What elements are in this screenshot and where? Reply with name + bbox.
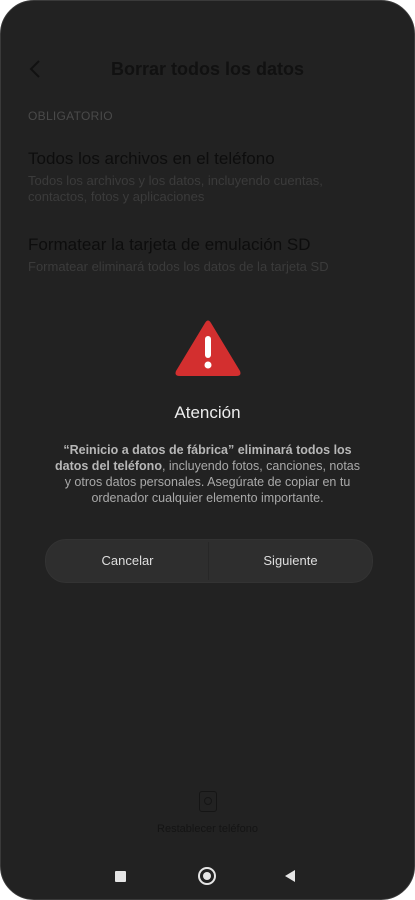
item-description: Formatear eliminará todos los datos de l… xyxy=(28,259,329,274)
dialog-button-row: Cancelar Siguiente xyxy=(45,539,373,583)
dialog-message: “Reinicio a datos de fábrica” eliminará … xyxy=(51,442,364,506)
section-label: OBLIGATORIO xyxy=(28,109,113,123)
reset-phone-button[interactable]: Restablecer teléfono xyxy=(1,791,414,835)
list-item-format-sd[interactable]: Formatear la tarjeta de emulación SD For… xyxy=(28,235,374,275)
reset-phone-label: Restablecer teléfono xyxy=(157,823,258,835)
recents-square-icon[interactable] xyxy=(115,871,126,882)
cancel-button[interactable]: Cancelar xyxy=(46,540,209,582)
item-description: Todos los archivos y los datos, incluyen… xyxy=(28,173,323,204)
warning-triangle-icon xyxy=(175,320,241,376)
back-triangle-icon[interactable] xyxy=(285,870,295,882)
phone-screen: Borrar todos los datos OBLIGATORIO Todos… xyxy=(0,0,415,900)
page-title: Borrar todos los datos xyxy=(110,59,305,79)
next-button[interactable]: Siguiente xyxy=(209,540,372,582)
reset-phone-icon xyxy=(198,791,217,812)
item-title: Todos los archivos en el teléfono xyxy=(28,149,275,168)
item-title: Formatear la tarjeta de emulación SD xyxy=(28,235,311,254)
navigation-bar xyxy=(1,863,414,891)
home-circle-icon[interactable] xyxy=(198,867,216,885)
dialog-title: Atención xyxy=(174,403,241,422)
list-item-all-files[interactable]: Todos los archivos en el teléfono Todos … xyxy=(28,149,374,205)
app-header: Borrar todos los datos xyxy=(1,51,414,87)
